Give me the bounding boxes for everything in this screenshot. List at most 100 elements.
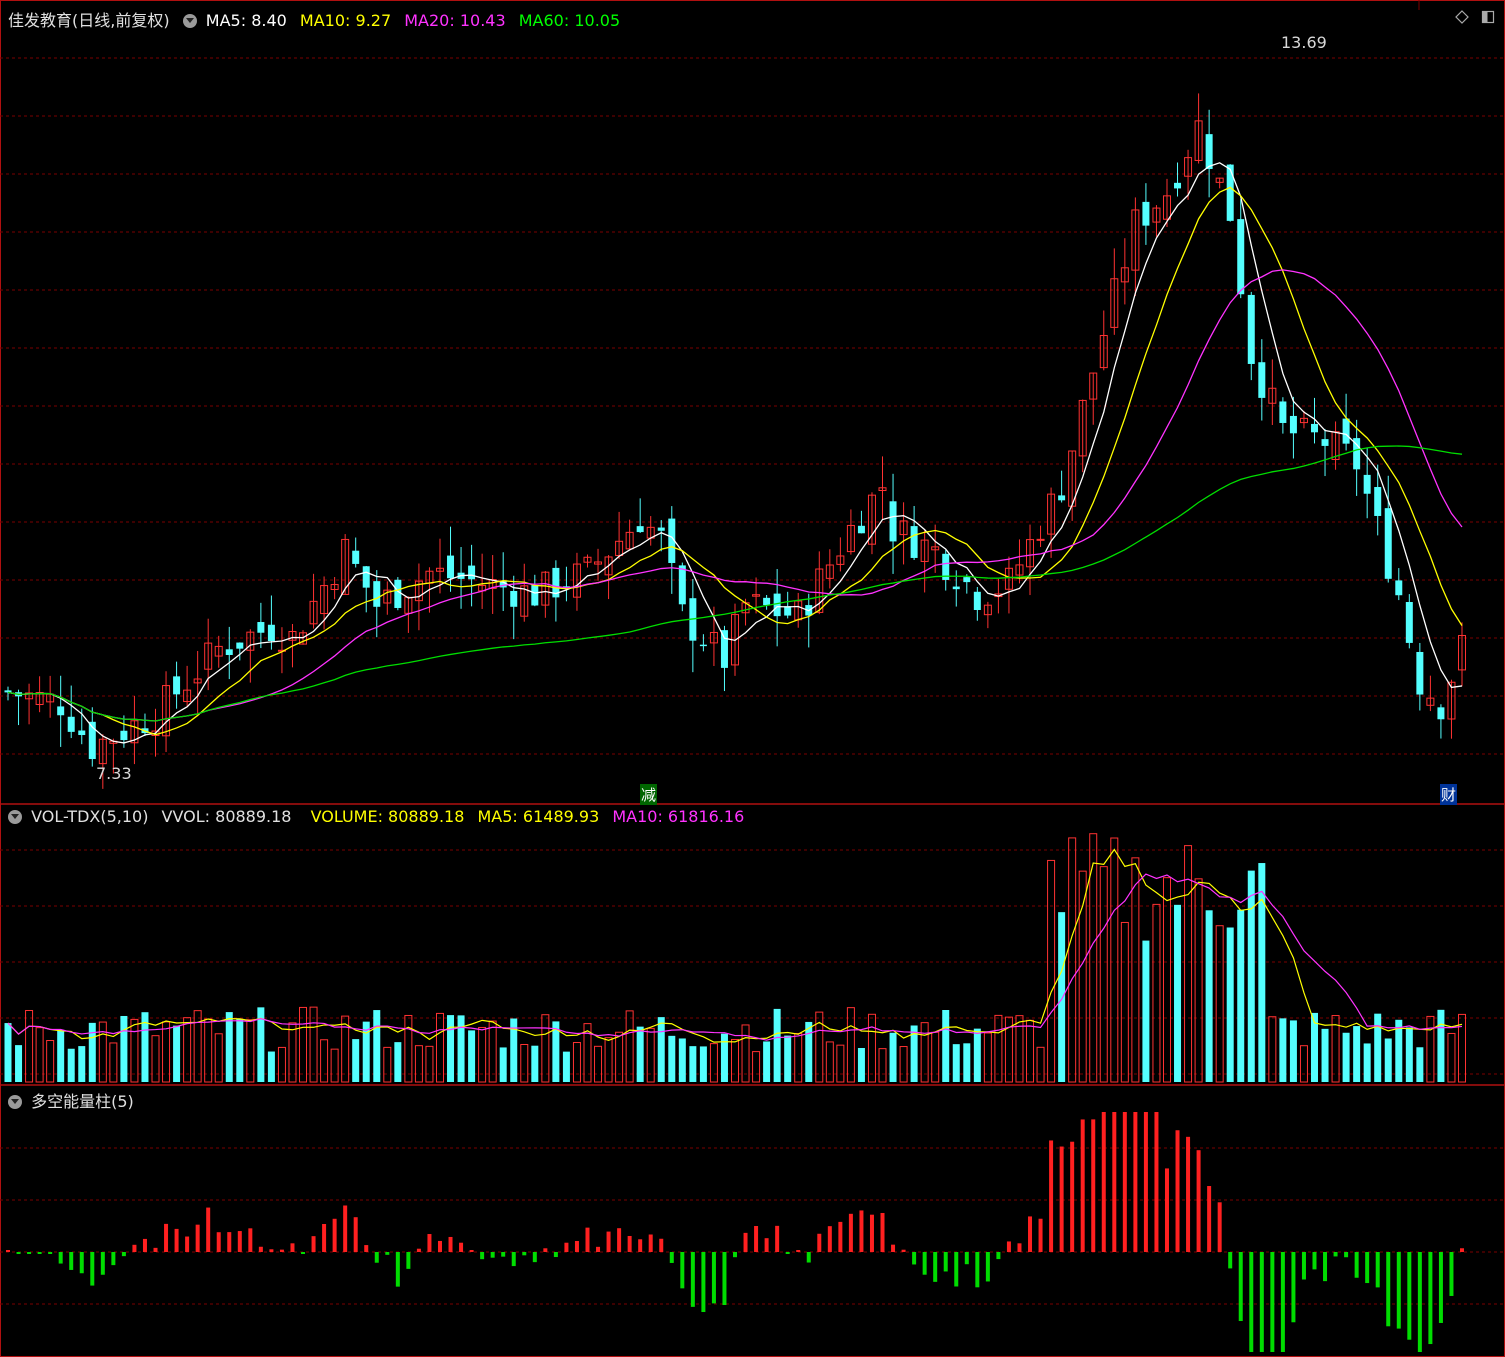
power-bar-down: [374, 1252, 379, 1263]
power-bar-down: [1386, 1252, 1391, 1327]
volume-bar: [1036, 1046, 1045, 1083]
power-bar-up: [1175, 1130, 1180, 1252]
power-bar-down: [954, 1252, 959, 1287]
volume-bar: [773, 1008, 781, 1082]
power-bar-down: [1438, 1252, 1443, 1323]
volume-bar: [373, 1010, 381, 1082]
power-bar-down: [1417, 1252, 1422, 1352]
volume-bar: [1447, 1032, 1456, 1083]
ma5-legend: MA5: 8.40: [205, 11, 287, 30]
power-bar-up: [290, 1243, 295, 1252]
candle-body: [910, 526, 918, 558]
power-bar-down: [722, 1252, 727, 1306]
volume-bar: [1068, 837, 1077, 1083]
power-bar-up: [448, 1236, 453, 1252]
candle-body: [236, 642, 244, 649]
power-bar-down: [301, 1252, 306, 1254]
dropdown-icon[interactable]: [182, 14, 197, 28]
power-bar-up: [1186, 1136, 1191, 1252]
volume-bar: [246, 1019, 255, 1083]
power-bar-up: [1059, 1146, 1064, 1252]
power-bar-up: [1133, 1112, 1138, 1252]
volume-bar: [173, 1025, 181, 1082]
volume-bar: [1226, 927, 1234, 1082]
power-bar-up: [585, 1227, 590, 1252]
power-bar-up: [427, 1234, 432, 1252]
candle-body: [1205, 134, 1213, 169]
power-bar-up: [838, 1221, 843, 1252]
volume-bar: [1279, 1018, 1287, 1082]
power-indicator-name[interactable]: 多空能量柱(5): [31, 1092, 134, 1111]
volume-bar: [531, 1045, 539, 1082]
volume-bar: [457, 1015, 465, 1082]
window-icon[interactable]: [1481, 9, 1495, 24]
dropdown-icon[interactable]: [8, 1095, 22, 1109]
volume-bar: [1215, 925, 1224, 1083]
power-bar-up: [796, 1250, 801, 1252]
volume-bar: [1026, 1019, 1035, 1083]
power-bar-down: [1333, 1252, 1338, 1257]
volume-bar: [67, 1048, 75, 1082]
stock-name[interactable]: 佳发教育: [8, 11, 72, 30]
power-bar-up: [343, 1205, 348, 1252]
candle-body: [784, 606, 792, 616]
power-bar-up: [1080, 1119, 1085, 1252]
candle-body: [1405, 602, 1413, 643]
volume-bar: [425, 1045, 434, 1083]
power-bar-up: [459, 1242, 464, 1252]
volume-bar: [15, 1045, 23, 1082]
event-mark-finance[interactable]: 财: [1440, 784, 1458, 805]
volume-bar: [1152, 903, 1161, 1083]
volume-bar: [1237, 909, 1245, 1082]
volume-bar: [763, 1041, 771, 1082]
ma60-line: [7, 445, 1463, 722]
diamond-icon[interactable]: [1455, 9, 1469, 24]
volume-bar: [236, 1018, 244, 1082]
power-bar-up: [848, 1213, 853, 1252]
volume-bar: [615, 1031, 624, 1083]
power-bar-up: [185, 1236, 190, 1252]
volume-panel-header: VOL-TDX(5,10) VVOL: 80889.18 VOLUME: 808…: [8, 807, 752, 826]
power-bar-up: [237, 1231, 242, 1252]
volume-bar: [825, 1041, 834, 1083]
power-bar-up: [132, 1244, 137, 1252]
power-bar-down: [733, 1252, 737, 1258]
power-bar-up: [311, 1236, 316, 1252]
power-bar-up: [574, 1241, 579, 1252]
volume-bar: [668, 1035, 676, 1082]
volume-bar: [1142, 940, 1150, 1082]
power-bar-up: [1017, 1243, 1022, 1252]
power-bar-up: [564, 1242, 569, 1252]
volume-bar: [288, 1022, 297, 1083]
power-bar-down: [701, 1252, 706, 1313]
volume-bar: [709, 1043, 718, 1083]
power-bar-down: [1312, 1252, 1317, 1270]
volume-bar: [1384, 1038, 1392, 1082]
candle-body: [267, 624, 275, 641]
power-bar-down: [1228, 1252, 1233, 1269]
candle-body: [1363, 474, 1371, 494]
dropdown-icon[interactable]: [8, 810, 22, 824]
power-bar-down: [1407, 1252, 1412, 1340]
power-bar-down: [48, 1252, 53, 1254]
power-bar-up: [1006, 1241, 1011, 1252]
candle-body: [225, 649, 233, 655]
power-bar-up: [859, 1210, 864, 1252]
power-bar-up: [648, 1234, 653, 1252]
candle-body: [1279, 401, 1287, 423]
volume-bar: [1078, 870, 1087, 1083]
event-mark-reduce[interactable]: 减: [640, 784, 658, 805]
power-bar-up: [164, 1223, 169, 1252]
chart-canvas[interactable]: [0, 0, 1505, 1357]
volume-indicator-name[interactable]: VOL-TDX(5,10): [31, 807, 148, 826]
candle-body: [773, 593, 781, 617]
power-bar-up: [1112, 1112, 1117, 1252]
power-bar-down: [690, 1252, 695, 1307]
candle-body: [468, 565, 476, 580]
volume-bar: [857, 1047, 865, 1082]
candle-body: [963, 577, 971, 583]
volume-bar: [499, 1047, 507, 1082]
volume-bar: [1120, 921, 1129, 1083]
power-bar-up: [1196, 1150, 1201, 1252]
power-bar-down: [37, 1252, 42, 1254]
